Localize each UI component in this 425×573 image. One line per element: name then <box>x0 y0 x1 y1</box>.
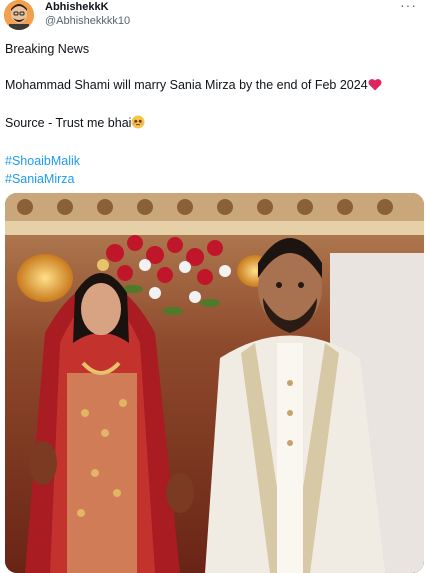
tweet-header: AbhishekkK @Abhishekkkk10 ··· <box>0 0 425 34</box>
tweet-text: Breaking News Mohammad Shami will marry … <box>5 40 420 188</box>
pleading-face-icon <box>131 115 145 134</box>
tweet-photo[interactable] <box>5 193 424 573</box>
user-avatar[interactable] <box>4 0 34 30</box>
tweet-line-breaking: Breaking News <box>5 42 90 56</box>
display-name[interactable]: AbhishekkK <box>45 1 109 13</box>
wedding-photo-illustration <box>5 193 424 573</box>
hashtag-shoaibmalik[interactable]: #ShoaibMalik <box>5 152 420 170</box>
avatar-illustration <box>4 0 34 30</box>
user-handle[interactable]: @Abhishekkkk10 <box>45 15 130 27</box>
more-icon[interactable]: ··· <box>400 0 417 13</box>
hashtag-saniamirza[interactable]: #SaniaMirza <box>5 170 420 188</box>
red-heart-icon <box>368 78 382 96</box>
tweet-line-shami: Mohammad Shami will marry Sania Mirza by… <box>5 76 420 96</box>
tweet-line-source: Source - Trust me bhai <box>5 114 420 134</box>
